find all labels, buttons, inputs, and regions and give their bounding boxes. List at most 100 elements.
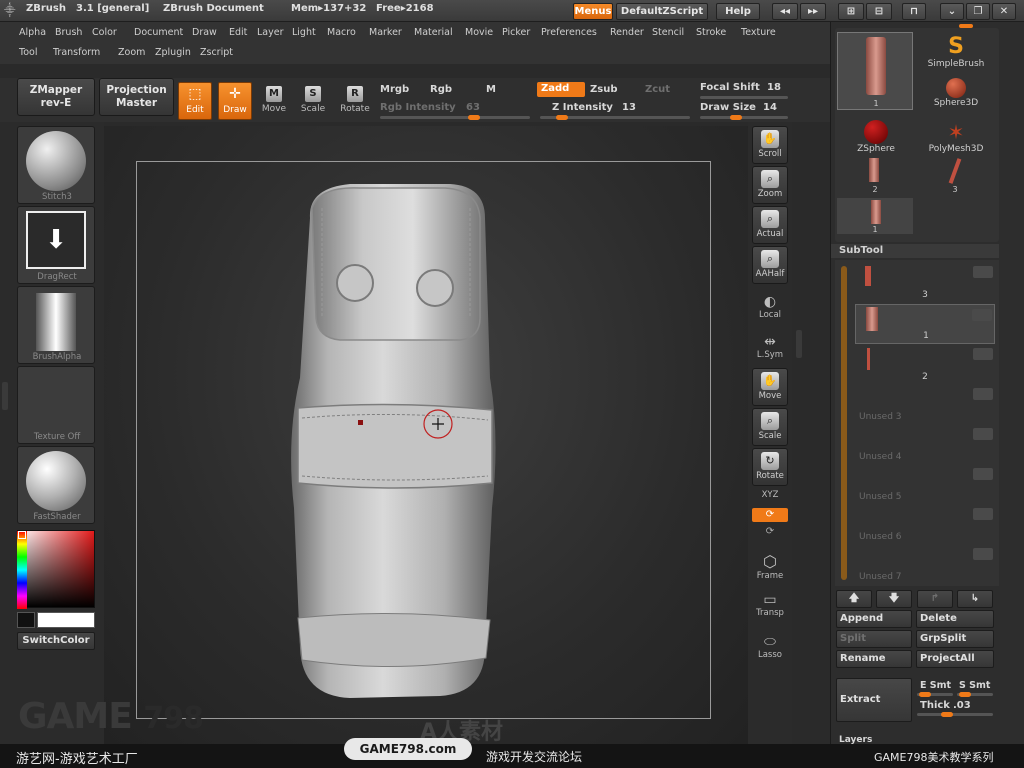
visibility-eye-icon[interactable] bbox=[973, 508, 993, 520]
menu-layer[interactable]: Layer bbox=[257, 27, 284, 38]
texture-thumb[interactable]: Texture Off bbox=[17, 366, 95, 444]
scale-view-button[interactable]: ⌕ Scale bbox=[752, 408, 788, 446]
grpsplit-button[interactable]: GrpSplit bbox=[916, 630, 994, 648]
visibility-eye-icon[interactable] bbox=[973, 348, 993, 360]
menu-transform[interactable]: Transform bbox=[53, 47, 100, 58]
menu-texture[interactable]: Texture bbox=[741, 27, 776, 38]
split-button[interactable]: Split bbox=[836, 630, 912, 648]
switch-color-button[interactable]: SwitchColor bbox=[17, 632, 95, 650]
secondary-color-swatch[interactable] bbox=[17, 612, 35, 628]
draw-size-knob[interactable] bbox=[730, 115, 742, 120]
layout-a-icon[interactable]: ⊞ bbox=[838, 3, 864, 20]
z-axis-toggle-icon[interactable]: ⟳ bbox=[752, 526, 788, 540]
move-up-icon[interactable]: 🡅 bbox=[836, 590, 872, 608]
primary-color-swatch[interactable] bbox=[37, 612, 95, 628]
hue-strip[interactable] bbox=[17, 531, 27, 609]
xyz-button[interactable]: XYZ bbox=[752, 490, 788, 500]
z-intensity-knob[interactable] bbox=[556, 115, 568, 120]
thick-slider[interactable] bbox=[917, 712, 993, 717]
move-down-icon[interactable]: 🡇 bbox=[876, 590, 912, 608]
menu-brush[interactable]: Brush bbox=[55, 27, 82, 38]
visibility-eye-icon[interactable] bbox=[972, 309, 992, 321]
rotate-view-button[interactable]: ↻ Rotate bbox=[752, 448, 788, 486]
subtool-row[interactable]: Unused 7 bbox=[855, 544, 995, 584]
scroll-right-icon[interactable]: ▸▸ bbox=[800, 3, 826, 20]
visibility-eye-icon[interactable] bbox=[973, 266, 993, 278]
tool-thumb-2[interactable]: 2 bbox=[837, 158, 913, 194]
menu-tool[interactable]: Tool bbox=[19, 47, 37, 58]
rgb-intensity-knob[interactable] bbox=[468, 115, 480, 120]
menu-material[interactable]: Material bbox=[414, 27, 453, 38]
actual-button[interactable]: ⌕ Actual bbox=[752, 206, 788, 244]
stroke-thumb[interactable]: ⬇ DragRect bbox=[17, 206, 95, 284]
projection-master-button[interactable]: Projection Master bbox=[99, 78, 174, 116]
edit-button[interactable]: ⬚ Edit bbox=[178, 82, 212, 120]
menu-zplugin[interactable]: Zplugin bbox=[155, 47, 191, 58]
menu-movie[interactable]: Movie bbox=[465, 27, 493, 38]
zsub-toggle[interactable]: Zsub bbox=[590, 84, 617, 95]
menu-stroke[interactable]: Stroke bbox=[696, 27, 726, 38]
menu-stencil[interactable]: Stencil bbox=[652, 27, 684, 38]
material-thumb[interactable]: Stitch3 bbox=[17, 126, 95, 204]
scale-button[interactable]: S Scale bbox=[296, 82, 330, 120]
menu-render[interactable]: Render bbox=[610, 27, 644, 38]
subtool-row[interactable]: Unused 6 bbox=[855, 504, 995, 544]
e-smt-slider[interactable] bbox=[917, 692, 953, 697]
merge-up-icon[interactable]: ↱ bbox=[917, 590, 953, 608]
lock-icon[interactable]: ⊓ bbox=[902, 3, 926, 20]
left-tray-handle-icon[interactable] bbox=[2, 382, 8, 410]
local-button[interactable]: ◐ Local bbox=[752, 294, 788, 320]
zsphere-tool[interactable]: ZSphere bbox=[837, 120, 915, 154]
tool-thumb-3[interactable]: 3 bbox=[917, 158, 993, 194]
right-tray-handle-icon[interactable] bbox=[796, 330, 802, 358]
subtool-header[interactable]: SubTool bbox=[831, 244, 999, 258]
visibility-eye-icon[interactable] bbox=[973, 388, 993, 400]
s-smt-knob[interactable] bbox=[959, 692, 971, 697]
move-view-button[interactable]: ✋ Move bbox=[752, 368, 788, 406]
draw-button[interactable]: ✛ Draw bbox=[218, 82, 252, 120]
zcut-toggle[interactable]: Zcut bbox=[645, 84, 670, 95]
mrgb-toggle[interactable]: Mrgb bbox=[380, 84, 409, 95]
menu-draw[interactable]: Draw bbox=[192, 27, 217, 38]
delete-button[interactable]: Delete bbox=[916, 610, 994, 628]
extract-button[interactable]: Extract bbox=[836, 678, 912, 722]
y-axis-toggle-icon[interactable]: ⟳ bbox=[752, 508, 788, 522]
site-url-pill[interactable]: GAME798.com bbox=[344, 738, 472, 760]
e-smt-knob[interactable] bbox=[919, 692, 931, 697]
scroll-left-icon[interactable]: ◂◂ bbox=[772, 3, 798, 20]
menu-zoom[interactable]: Zoom bbox=[118, 47, 145, 58]
merge-down-icon[interactable]: ↳ bbox=[957, 590, 993, 608]
subtool-row[interactable]: 2 bbox=[855, 344, 995, 384]
frame-button[interactable]: ⬡ Frame bbox=[752, 552, 788, 581]
current-tool-thumb[interactable]: 1 bbox=[837, 32, 913, 110]
layout-b-icon[interactable]: ⊟ bbox=[866, 3, 892, 20]
lasso-button[interactable]: ⬭ Lasso bbox=[752, 634, 788, 660]
menu-marker[interactable]: Marker bbox=[369, 27, 402, 38]
move-button[interactable]: M Move bbox=[257, 82, 291, 120]
subtool-row[interactable]: Unused 5 bbox=[855, 464, 995, 504]
menu-picker[interactable]: Picker bbox=[502, 27, 530, 38]
zmapper-button[interactable]: ZMapper rev-E bbox=[17, 78, 95, 116]
tool-thumb-1[interactable]: 1 bbox=[837, 198, 913, 234]
subtool-row[interactable]: Unused 4 bbox=[855, 424, 995, 464]
sculpt-model[interactable] bbox=[280, 178, 510, 708]
menu-light[interactable]: Light bbox=[292, 27, 316, 38]
append-button[interactable]: Append bbox=[836, 610, 912, 628]
close-icon[interactable]: ✕ bbox=[992, 3, 1016, 20]
menu-preferences[interactable]: Preferences bbox=[541, 27, 597, 38]
lsym-button[interactable]: ⇹ L.Sym bbox=[752, 334, 788, 360]
color-picker[interactable] bbox=[17, 530, 95, 609]
scroll-button[interactable]: ✋ Scroll bbox=[752, 126, 788, 164]
m-toggle[interactable]: M bbox=[486, 84, 496, 95]
zadd-toggle[interactable]: Zadd bbox=[537, 82, 585, 97]
focal-shift-slider[interactable] bbox=[700, 96, 788, 99]
visibility-eye-icon[interactable] bbox=[973, 548, 993, 560]
menu-alpha[interactable]: Alpha bbox=[19, 27, 46, 38]
thick-knob[interactable] bbox=[941, 712, 953, 717]
menu-macro[interactable]: Macro bbox=[327, 27, 356, 38]
menu-document[interactable]: Document bbox=[134, 27, 183, 38]
sphere3d-tool[interactable]: Sphere3D bbox=[917, 78, 995, 108]
default-zscript-button[interactable]: DefaultZScript bbox=[616, 3, 708, 20]
shader-thumb[interactable]: FastShader bbox=[17, 446, 95, 524]
menu-color[interactable]: Color bbox=[92, 27, 117, 38]
